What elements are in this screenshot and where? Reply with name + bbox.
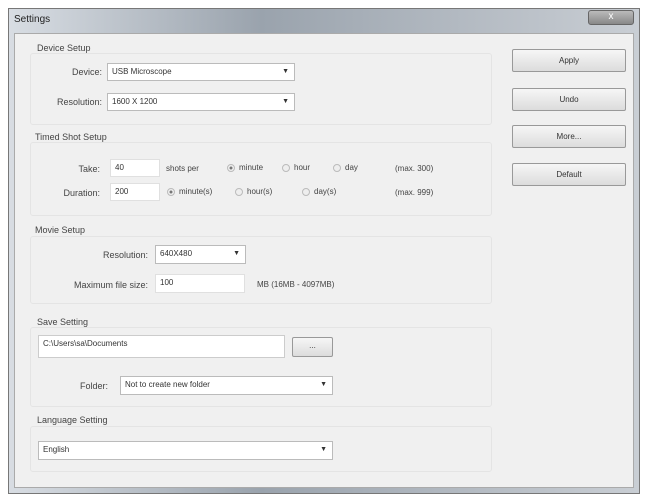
duration-max: (max. 999) — [395, 188, 434, 197]
resolution-select[interactable]: 1600 X 1200 ▼ — [107, 93, 295, 111]
dropdown-arrow-icon: ▼ — [320, 446, 327, 453]
browse-button[interactable]: ... — [292, 337, 333, 357]
timed-shot-label: Timed Shot Setup — [35, 132, 107, 142]
radio-icon — [282, 163, 290, 172]
dropdown-arrow-icon: ▼ — [320, 381, 327, 388]
default-button[interactable]: Default — [512, 163, 626, 186]
take-radio-day[interactable]: day — [333, 163, 358, 172]
dropdown-arrow-icon: ▼ — [233, 250, 240, 257]
take-max: (max. 300) — [395, 164, 434, 173]
radio-icon — [333, 163, 341, 172]
save-setting-label: Save Setting — [37, 317, 89, 327]
duration-label: Duration: — [63, 188, 100, 198]
device-value: USB Microscope — [112, 67, 172, 76]
window-title: Settings — [14, 14, 51, 25]
duration-input[interactable]: 200 — [110, 183, 160, 201]
movie-resolution-select[interactable]: 640X480 ▼ — [155, 245, 246, 264]
folder-label: Folder: — [79, 381, 108, 391]
undo-button[interactable]: Undo — [512, 88, 626, 111]
language-value: English — [43, 445, 70, 454]
movie-setup-label: Movie Setup — [35, 225, 86, 235]
folder-select[interactable]: Not to create new folder ▼ — [120, 376, 333, 395]
resolution-label: Resolution: — [56, 97, 102, 107]
resolution-value: 1600 X 1200 — [112, 97, 158, 106]
apply-button[interactable]: Apply — [512, 49, 626, 72]
take-radio-minute[interactable]: minute — [227, 163, 263, 172]
movie-setup-group — [30, 236, 492, 304]
radio-selected-icon — [227, 163, 235, 172]
movie-resolution-label: Resolution: — [102, 250, 148, 260]
more-button[interactable]: More... — [512, 125, 626, 148]
movie-resolution-value: 640X480 — [160, 249, 193, 258]
take-radio-hour[interactable]: hour — [282, 163, 310, 172]
device-select[interactable]: USB Microscope ▼ — [107, 63, 295, 81]
timed-shot-group — [30, 142, 492, 216]
radio-icon — [235, 187, 243, 196]
max-file-size-hint: MB (16MB - 4097MB) — [257, 280, 335, 289]
radio-icon — [302, 187, 310, 196]
dropdown-arrow-icon: ▼ — [282, 98, 289, 105]
take-label: Take: — [78, 164, 100, 174]
save-path-input[interactable]: C:\Users\sa\Documents — [38, 335, 285, 358]
duration-radio-minutes[interactable]: minute(s) — [167, 187, 212, 196]
device-setup-label: Device Setup — [37, 43, 91, 53]
dropdown-arrow-icon: ▼ — [282, 68, 289, 75]
radio-selected-icon — [167, 187, 175, 196]
shots-per-label: shots per — [166, 164, 199, 173]
language-setting-label: Language Setting — [37, 415, 108, 425]
duration-radio-hours[interactable]: hour(s) — [235, 187, 272, 196]
duration-radio-days[interactable]: day(s) — [302, 187, 336, 196]
max-file-size-input[interactable]: 100 — [155, 274, 245, 293]
device-label: Device: — [71, 67, 102, 77]
close-button[interactable]: x — [588, 10, 634, 25]
take-input[interactable]: 40 — [110, 159, 160, 177]
max-file-size-label: Maximum file size: — [73, 280, 148, 290]
folder-value: Not to create new folder — [125, 380, 210, 389]
language-select[interactable]: English ▼ — [38, 441, 333, 460]
